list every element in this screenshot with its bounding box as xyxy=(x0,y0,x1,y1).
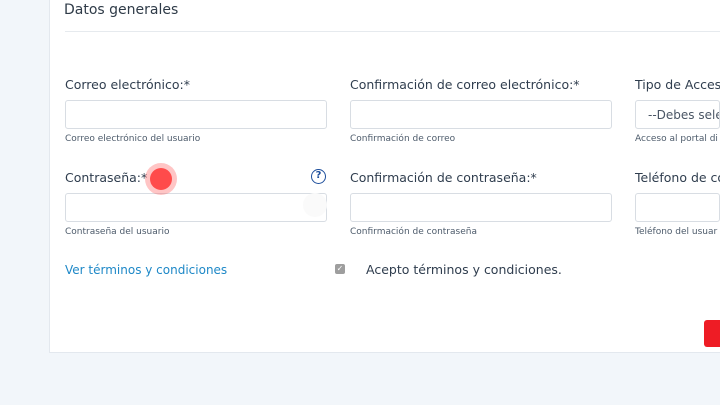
password-reveal-icon xyxy=(303,193,327,217)
password-field[interactable] xyxy=(65,193,327,222)
email-help-text: Correo electrónico del usuario xyxy=(65,134,201,144)
terms-link[interactable]: Ver términos y condiciones xyxy=(65,263,227,277)
section-divider xyxy=(65,31,720,32)
access-type-help-text: Acceso al portal di xyxy=(635,134,718,144)
accept-terms-label: Acepto términos y condiciones. xyxy=(366,262,562,277)
password-label: Contraseña:* xyxy=(65,170,148,185)
phone-field[interactable] xyxy=(635,193,720,222)
email-confirm-label: Confirmación de correo electrónico:* xyxy=(350,77,580,92)
section-title: Datos generales xyxy=(64,2,179,18)
password-confirm-help-text: Confirmación de contraseña xyxy=(350,227,477,237)
question-circle-icon[interactable]: ? xyxy=(311,169,326,184)
email-confirm-field[interactable] xyxy=(350,100,612,129)
access-type-label: Tipo de Acceso xyxy=(635,77,720,92)
accept-terms-checkbox[interactable]: ✓ xyxy=(335,264,345,274)
phone-help-text: Teléfono del usuar xyxy=(635,227,718,237)
password-confirm-label: Confirmación de contraseña:* xyxy=(350,170,537,185)
phone-label: Teléfono de co xyxy=(635,170,720,185)
access-type-select[interactable]: --Debes sele xyxy=(635,100,720,129)
email-confirm-help-text: Confirmación de correo xyxy=(350,134,456,144)
password-help-text: Contraseña del usuario xyxy=(65,227,170,237)
password-confirm-field[interactable] xyxy=(350,193,612,222)
email-label: Correo electrónico:* xyxy=(65,77,190,92)
email-field[interactable] xyxy=(65,100,327,129)
click-indicator xyxy=(145,163,177,195)
submit-button[interactable] xyxy=(704,320,720,347)
